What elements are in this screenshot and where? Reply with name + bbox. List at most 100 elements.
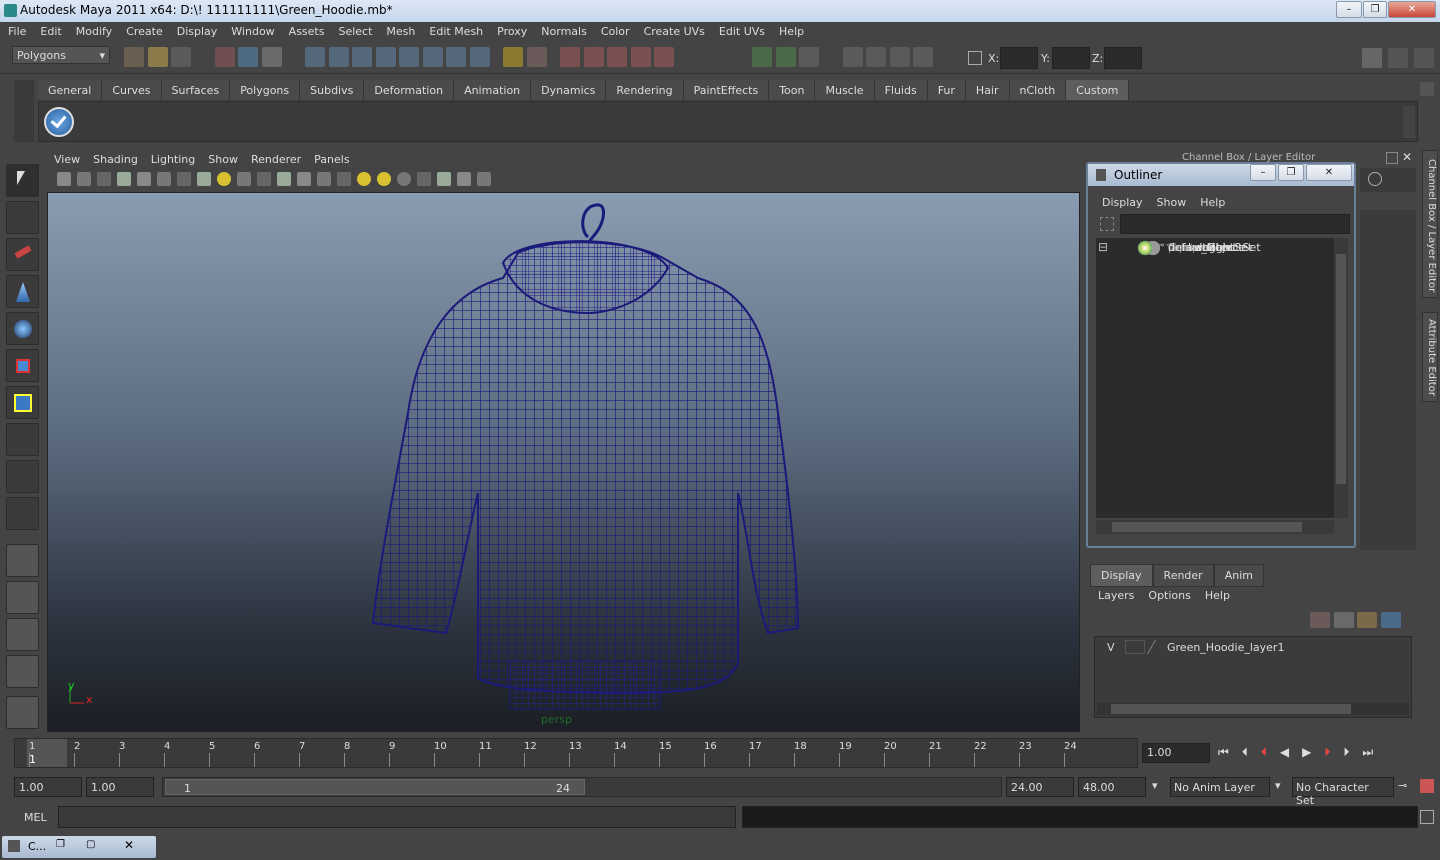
outliner-item-defaultobjectset[interactable]: defaultObjectSet <box>1096 241 1334 438</box>
snap-curve-icon[interactable] <box>328 47 349 67</box>
panel-menu-lighting[interactable]: Lighting <box>144 150 201 166</box>
float-panel-icon[interactable] <box>1386 152 1398 164</box>
outliner-search-field[interactable] <box>1120 214 1350 234</box>
go-to-end-icon[interactable]: ⏭ <box>1362 745 1386 759</box>
shelf-tab-surfaces[interactable]: Surfaces <box>161 80 231 100</box>
toggle-attribute-editor-icon[interactable] <box>1362 48 1382 68</box>
toggle-channel-box-icon[interactable] <box>1414 48 1434 68</box>
outliner-item-persp[interactable]: persp <box>1096 241 1334 338</box>
menu-edit-mesh[interactable]: Edit Mesh <box>421 22 489 38</box>
anim-layer-dropdown[interactable]: No Anim Layer <box>1170 777 1270 797</box>
single-perspective-layout-icon[interactable] <box>6 544 39 577</box>
outliner-close-button[interactable]: ✕ <box>1306 164 1352 181</box>
shelf-tab-general[interactable]: General <box>38 80 103 100</box>
clipboard-icon[interactable] <box>799 47 819 67</box>
minimized-maximize-icon[interactable]: ▢ <box>86 839 95 850</box>
outliner-item-hook[interactable]: ⊸ hook <box>1096 240 1334 318</box>
range-slider[interactable]: 1 24 <box>162 777 1002 797</box>
new-layer-from-selected-icon[interactable] <box>1380 612 1401 628</box>
rename-icon[interactable] <box>775 47 796 67</box>
outliner-vertical-scrollbar[interactable] <box>1334 238 1348 518</box>
close-panel-icon[interactable]: ✕ <box>1402 150 1416 164</box>
z-field[interactable] <box>1104 47 1142 69</box>
menu-mesh[interactable]: Mesh <box>378 22 421 38</box>
snap-plane-icon[interactable] <box>375 47 396 67</box>
shelf-tab-rendering[interactable]: Rendering <box>606 80 684 100</box>
outliner-minimize-button[interactable]: – <box>1250 164 1276 181</box>
camera-attributes-icon[interactable] <box>57 172 71 186</box>
outliner-item-hanger[interactable]: ⊸ hanger <box>1096 240 1334 298</box>
input-line-icon[interactable] <box>752 47 772 67</box>
snap-live-icon[interactable] <box>422 47 443 67</box>
trash-icon[interactable] <box>1420 82 1434 96</box>
menu-assets[interactable]: Assets <box>281 22 331 38</box>
select-camera-icon[interactable] <box>417 172 431 186</box>
smooth-shade-icon[interactable] <box>177 172 191 186</box>
outliner-item-side[interactable]: side <box>1096 241 1334 398</box>
step-forward-frame-icon[interactable]: ⏵ <box>1343 745 1362 759</box>
soft-modification-icon[interactable] <box>6 423 39 456</box>
snap-mask-icon[interactable] <box>446 47 466 67</box>
shelf-tab-muscle[interactable]: Muscle <box>815 80 875 100</box>
move-layer-up-icon[interactable] <box>1310 612 1330 628</box>
layer-scrollbar[interactable] <box>1097 703 1409 715</box>
outliner-menu-show[interactable]: Show <box>1151 194 1195 209</box>
lock-icon[interactable] <box>503 47 523 67</box>
grease-pencil-icon[interactable] <box>117 172 131 186</box>
minimized-window[interactable]: C... ❐ ▢ ✕ <box>2 836 156 858</box>
command-input[interactable] <box>58 806 736 828</box>
outliner-item-defaultlightset[interactable]: defaultLightSet <box>1096 241 1334 418</box>
menu-help[interactable]: Help <box>771 22 810 38</box>
snap-grid-icon[interactable] <box>305 47 325 67</box>
playback-end-field[interactable]: 24.00 <box>1006 777 1074 797</box>
cube-shaded-icon[interactable] <box>317 172 331 186</box>
last-tool-slot[interactable] <box>6 497 39 530</box>
collapse-icon[interactable]: ⊟ <box>1098 240 1108 254</box>
hypershade-icon[interactable] <box>654 47 674 67</box>
shadows-icon[interactable] <box>237 172 251 186</box>
bookmark-icon[interactable] <box>77 172 91 186</box>
cube-textured-icon[interactable] <box>337 172 351 186</box>
menu-modify[interactable]: Modify <box>68 22 118 38</box>
end-time-field[interactable]: 48.00 <box>1078 777 1146 797</box>
menu-file[interactable]: File <box>0 22 32 38</box>
default-light-icon[interactable] <box>357 172 371 186</box>
minimized-restore-icon[interactable]: ❐ <box>56 839 65 850</box>
panel-menu-renderer[interactable]: Renderer <box>244 150 307 166</box>
snap-point-icon[interactable] <box>352 47 372 67</box>
filter-icon[interactable] <box>1100 217 1114 231</box>
outliner-item-top[interactable]: top <box>1096 241 1334 358</box>
character-set-chevron-down-icon[interactable]: ▾ <box>1275 779 1281 792</box>
panel-menu-show[interactable]: Show <box>201 150 244 166</box>
xray-icon[interactable] <box>257 172 271 186</box>
preferences-icon[interactable] <box>1420 779 1434 793</box>
menu-edit[interactable]: Edit <box>32 22 67 38</box>
rotate-tool-icon[interactable] <box>6 312 39 345</box>
range-slider-handle[interactable]: 1 24 <box>165 779 585 795</box>
channel-box-side-tab[interactable]: Channel Box / Layer Editor <box>1422 150 1438 298</box>
shelf-tab-ncloth[interactable]: nCloth <box>1009 80 1067 100</box>
panel-menu-shading[interactable]: Shading <box>86 150 144 166</box>
shelf-scroll[interactable] <box>1403 106 1415 138</box>
universal-manipulator-icon[interactable] <box>6 386 39 419</box>
move-layer-down-icon[interactable] <box>1333 612 1354 628</box>
textured-icon[interactable] <box>197 172 211 186</box>
panel-menu-panels[interactable]: Panels <box>307 150 355 166</box>
shelf-tab-fluids[interactable]: Fluids <box>874 80 928 100</box>
move-tool-icon[interactable] <box>6 275 39 308</box>
menu-edit-uvs[interactable]: Edit UVs <box>711 22 771 38</box>
single-pane-icon[interactable] <box>437 172 451 186</box>
layer-tab-render[interactable]: Render <box>1152 564 1214 587</box>
open-scene-icon[interactable] <box>147 47 168 67</box>
layer-menu-layers[interactable]: Layers <box>1098 589 1134 602</box>
key-icon[interactable]: ⊸ <box>1398 779 1407 792</box>
high-quality-icon[interactable] <box>397 172 411 186</box>
shelf-tab-fur[interactable]: Fur <box>927 80 966 100</box>
step-back-key-icon[interactable]: ⏴ <box>1261 745 1280 759</box>
shelf-tab-animation[interactable]: Animation <box>454 80 532 100</box>
shared-nodes-icon[interactable] <box>477 172 491 186</box>
paint-select-tool-icon[interactable] <box>6 238 39 271</box>
new-layer-icon[interactable] <box>1357 612 1377 628</box>
render-globals-icon[interactable] <box>913 47 933 67</box>
shelf-tab-dynamics[interactable]: Dynamics <box>531 80 607 100</box>
